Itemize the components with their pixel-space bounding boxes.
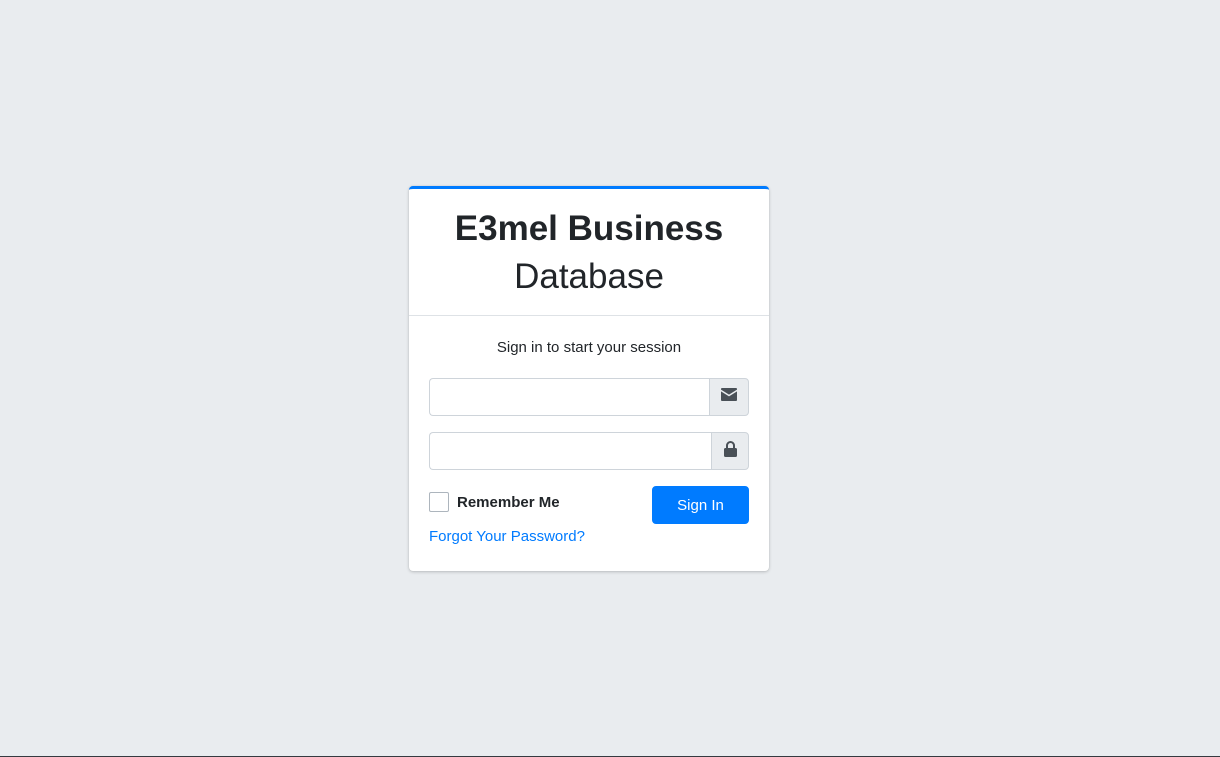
- remember-me-checkbox[interactable]: [429, 492, 449, 512]
- lock-icon: [723, 440, 737, 462]
- forgot-password-link[interactable]: Forgot Your Password?: [429, 528, 749, 545]
- card-body: Sign in to start your session Remember M…: [409, 316, 769, 571]
- email-field[interactable]: [429, 378, 709, 416]
- brand-title-light: Database: [514, 257, 664, 296]
- login-message: Sign in to start your session: [496, 339, 682, 356]
- remember-me[interactable]: Remember Me: [429, 492, 560, 512]
- remember-me-label: Remember Me: [457, 493, 560, 511]
- email-addon: [709, 378, 749, 416]
- password-field[interactable]: [429, 432, 711, 470]
- email-input-group: [429, 378, 749, 416]
- login-card: E3mel Business Database Sign in to start…: [409, 186, 769, 571]
- remember-column: Remember Me: [429, 486, 560, 512]
- brand-title: E3mel Business Database: [429, 205, 749, 301]
- password-input-group: [429, 432, 749, 470]
- sign-in-button[interactable]: Sign In: [652, 486, 749, 524]
- card-header: E3mel Business Database: [409, 189, 769, 316]
- login-form: Remember Me Sign In Forgot Your Password…: [429, 378, 749, 545]
- envelope-icon: [721, 388, 737, 406]
- password-addon: [711, 432, 749, 470]
- brand-title-bold: E3mel Business: [454, 209, 724, 248]
- actions-row: Remember Me Sign In: [429, 486, 749, 524]
